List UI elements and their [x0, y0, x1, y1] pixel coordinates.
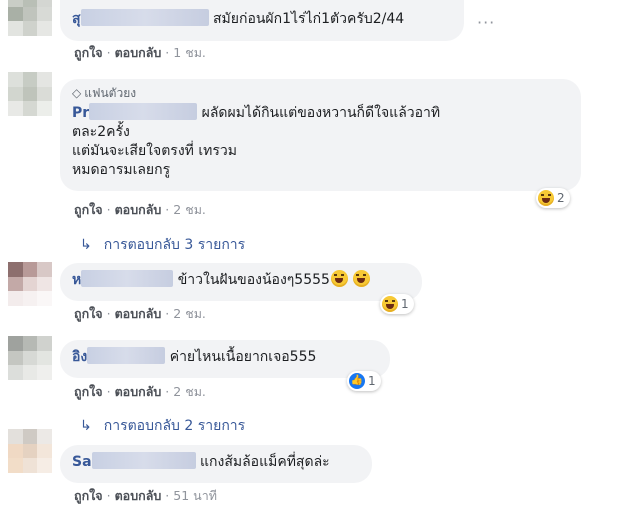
- reply-arrow-icon: ↳: [80, 237, 92, 253]
- avatar[interactable]: [8, 72, 52, 116]
- avatar[interactable]: [8, 429, 52, 473]
- reply-link[interactable]: ตอบกลับ: [115, 45, 162, 60]
- timestamp[interactable]: 2 ชม.: [173, 202, 206, 217]
- avatar[interactable]: [8, 262, 52, 306]
- view-replies-link[interactable]: ↳ การตอบกลับ 3 รายการ: [80, 234, 245, 256]
- like-link[interactable]: ถูกใจ: [74, 45, 103, 60]
- laughing-emoji-icon: [538, 190, 554, 206]
- diamond-icon: ◇: [72, 86, 82, 100]
- fan-badge: ◇ แฟนตัวยง: [72, 86, 137, 100]
- more-options-icon[interactable]: ···: [477, 13, 495, 32]
- laughing-emoji-icon: [382, 296, 398, 312]
- like-link[interactable]: ถูกใจ: [74, 306, 103, 321]
- timestamp[interactable]: 1 ชม.: [173, 45, 206, 60]
- comment-bubble: Sa แกงส้มล้อแม็คที่สุดล่ะ: [60, 445, 372, 483]
- comment-text-line: ตละ2ครั้ง: [72, 124, 130, 140]
- comment-actions: ถูกใจ · ตอบกลับ · 2 ชม.: [74, 202, 206, 217]
- comment-actions: ถูกใจ · ตอบกลับ · 2 ชม.: [74, 306, 206, 321]
- comment-bubble: สุ สมัยก่อนผัก1ไร่ไก่1ตัวครับ2/44: [60, 0, 464, 41]
- comment-actions: ถูกใจ · ตอบกลับ · 1 ชม.: [74, 45, 206, 60]
- comment-actions: ถูกใจ · ตอบกลับ · 2 ชม.: [74, 384, 206, 399]
- comment-text: สมัยก่อนผัก1ไร่ไก่1ตัวครับ2/44: [213, 11, 405, 27]
- commenter-name[interactable]: Sa: [72, 452, 196, 470]
- commenter-name[interactable]: สุ: [72, 9, 209, 27]
- reaction-summary[interactable]: 2: [536, 188, 570, 208]
- comment-bubble: ◇ แฟนตัวยง Pr ผลัดผมได้กินแต่ของหวานก็ดีใ…: [60, 79, 581, 191]
- reaction-summary[interactable]: 👍 1: [347, 371, 381, 391]
- reaction-summary[interactable]: 1: [380, 294, 414, 314]
- like-icon: 👍: [349, 373, 365, 389]
- commenter-name[interactable]: อิง: [72, 347, 166, 365]
- comment-bubble: อิง ค่ายไหนเนื้อยากเจอ555: [60, 340, 390, 378]
- reply-link[interactable]: ตอบกลับ: [115, 384, 162, 399]
- comment-actions: ถูกใจ · ตอบกลับ · 51 นาที: [74, 488, 217, 503]
- comment-text: แกงส้มล้อแม็คที่สุดล่ะ: [199, 454, 330, 470]
- comment-text: ค่ายไหนเนื้อยากเจอ555: [169, 349, 317, 365]
- timestamp[interactable]: 2 ชม.: [173, 306, 206, 321]
- like-link[interactable]: ถูกใจ: [74, 202, 103, 217]
- grinning-sweat-emoji-icon: [330, 270, 348, 287]
- reply-link[interactable]: ตอบกลับ: [115, 202, 162, 217]
- comment-bubble: ห ข้าวในฝันของน้องๆ5555: [60, 263, 422, 301]
- timestamp[interactable]: 2 ชม.: [173, 384, 206, 399]
- view-replies-link[interactable]: ↳ การตอบกลับ 2 รายการ: [80, 415, 245, 437]
- reply-link[interactable]: ตอบกลับ: [115, 306, 162, 321]
- comment-text-line: แต่มันจะเสียใจตรงที่ เทรวม: [72, 143, 237, 159]
- like-link[interactable]: ถูกใจ: [74, 384, 103, 399]
- avatar[interactable]: [8, 336, 52, 380]
- reply-arrow-icon: ↳: [80, 418, 92, 434]
- grinning-emoji-icon: [353, 270, 371, 287]
- commenter-name[interactable]: Pr: [72, 103, 198, 121]
- commenter-name[interactable]: ห: [72, 270, 174, 288]
- avatar[interactable]: [8, 0, 52, 36]
- comment-text-line: ผลัดผมได้กินแต่ของหวานก็ดีใจแล้วอาทิ: [201, 105, 441, 121]
- comment-text-line: หมดอารมเลยกรู: [72, 162, 171, 178]
- comment-text: ข้าวในฝันของน้องๆ5555: [177, 272, 330, 288]
